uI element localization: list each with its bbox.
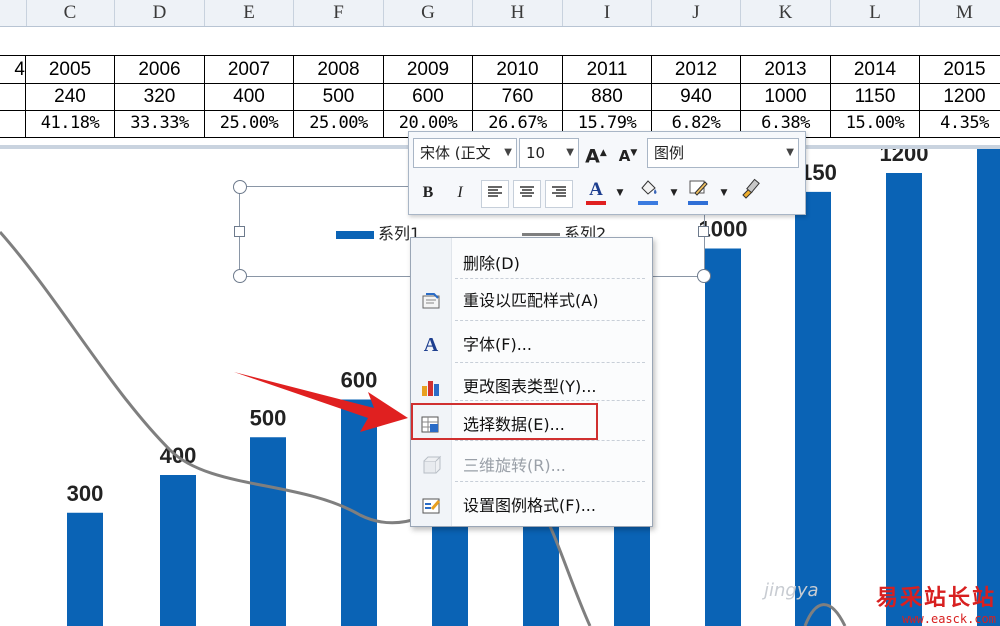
annotation-arrow	[234, 372, 408, 432]
watermark-title: 易采站长站	[875, 585, 996, 611]
watermark-url: www.easck.com	[902, 612, 996, 626]
site-watermark: 易采站长站 www.easck.com	[876, 580, 996, 626]
faint-watermark: jingya	[764, 580, 819, 601]
